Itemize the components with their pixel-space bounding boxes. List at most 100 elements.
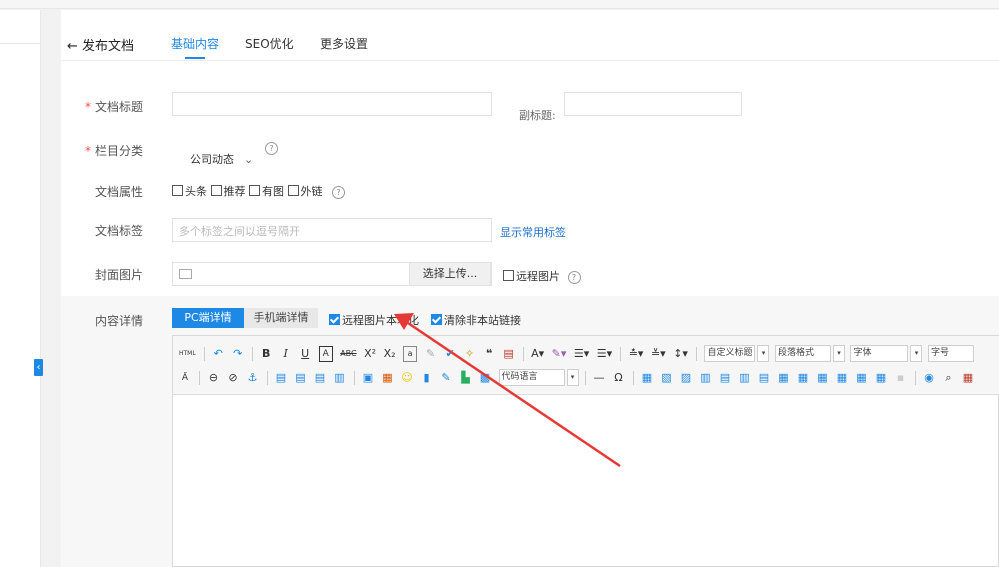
split-rows-icon[interactable]: ▦ [856,371,868,385]
attr-label: 文档属性 [94,185,143,199]
insert-col-icon[interactable]: ▥ [739,371,751,385]
border-text-icon[interactable]: A [318,345,333,362]
special-char-icon[interactable]: Ω [613,371,625,385]
eraser-icon[interactable]: ✎ [425,347,437,361]
attr-recommend[interactable]: 推荐 [210,185,246,198]
merge-right-icon[interactable]: ▦ [797,371,809,385]
subtitle-input[interactable] [564,92,742,116]
chevron-down-icon[interactable]: ▾ [566,369,579,386]
category-help-icon[interactable]: ? [265,142,278,155]
insert-row-icon[interactable]: ▥ [700,371,712,385]
tab-more-settings[interactable]: 更多设置 [320,35,368,52]
html-source-icon[interactable]: HTML [179,347,196,361]
font-size-select[interactable]: 字号 [927,345,974,362]
preview-icon[interactable]: ◉ [923,371,935,385]
chevron-down-icon[interactable]: ▾ [832,345,845,362]
code-language-select[interactable]: 代码语言 [498,369,565,386]
auto-format-icon[interactable]: ✧ [464,347,476,361]
emoji-icon[interactable]: ☺ [401,371,413,385]
drafts-icon[interactable]: ▦ [962,371,974,385]
horizontal-rule-icon[interactable]: — [593,371,605,385]
checkbox-icon[interactable] [249,185,260,196]
attr-headline[interactable]: 头条 [172,185,207,198]
split-cells-icon[interactable]: ▦ [836,371,848,385]
remote-image-help-icon[interactable]: ? [567,270,581,284]
rich-text-editor[interactable]: HTML ↶ ↷ B I U A ABC X² X₂ a ✎ ✔ ✧ ❝ ▤ A… [172,335,999,567]
checkbox-checked-icon[interactable] [431,314,442,325]
delete-row-icon[interactable]: ▤ [719,371,731,385]
attr-help-icon[interactable]: ? [332,185,345,199]
merge-down-icon[interactable]: ▦ [817,371,829,385]
split-cols-icon[interactable]: ▦ [875,371,887,385]
show-common-tags-link[interactable]: 显示常用标签 [500,224,566,240]
row-spacing-bottom-icon[interactable]: ≚▾ [651,347,666,361]
align-justify-icon[interactable]: ▥ [334,371,346,385]
italic-icon[interactable]: I [280,347,292,361]
insert-video-icon[interactable]: ▮ [421,371,433,385]
insert-table-icon[interactable]: ▦ [641,371,653,385]
row-spacing-top-icon[interactable]: ≛▾ [629,347,644,361]
underline-icon[interactable]: U [299,347,311,361]
tab-basic-content[interactable]: 基础内容 [171,35,219,52]
checkbox-icon[interactable] [210,185,222,196]
font-color-icon[interactable]: A▾ [531,347,544,361]
tab-pc-detail[interactable]: PC端详情 [172,308,244,328]
bold-icon[interactable]: B [260,347,272,361]
tab-mobile-detail[interactable]: 手机端详情 [244,308,318,328]
strikethrough-icon[interactable]: ABC [340,347,356,361]
clear-links-option[interactable]: 清除非本站链接 [431,312,521,328]
unordered-list-icon[interactable]: ☰▾ [597,347,612,361]
font-direction-icon[interactable]: A̋ [179,371,191,385]
link-icon[interactable]: ⊖ [208,371,220,385]
merge-cells-icon[interactable]: ▦ [778,371,790,385]
table-row-before-icon[interactable]: ▧ [661,371,673,385]
align-left-icon[interactable]: ▤ [275,371,287,385]
blockquote-icon[interactable]: ❝ [483,347,495,361]
sidebar-collapse-button[interactable]: ‹ [34,359,43,376]
anchor-icon[interactable]: ⚓ [247,371,259,385]
category-select[interactable]: 公司动态 ⌄ [172,146,260,170]
paste-text-icon[interactable]: ▤ [503,347,515,361]
align-right-icon[interactable]: ▤ [295,371,307,385]
attr-has-image[interactable]: 有图 [249,185,284,198]
checkbox-checked-icon[interactable] [329,314,340,325]
checkbox-icon[interactable] [172,185,183,196]
line-height-icon[interactable]: ↕▾ [673,347,688,361]
delete-col-icon[interactable]: ▤ [758,371,770,385]
remote-image-option[interactable]: 远程图片 ? [503,268,581,284]
map-icon[interactable]: ▙ [460,371,472,385]
sidebar-divider [0,43,40,44]
attr-external-link[interactable]: 外链 [287,185,323,198]
unlink-icon[interactable]: ⊘ [227,371,239,385]
tab-seo[interactable]: SEO优化 [245,35,294,52]
font-family-select[interactable]: 字体 [850,345,909,362]
format-brush-icon[interactable]: ✔ [444,347,456,361]
edit-table-icon[interactable]: ▪ [895,371,907,385]
back-title[interactable]: ← 发布文档 [67,35,134,54]
checkbox-icon[interactable] [503,270,514,281]
align-center-icon[interactable]: ▤ [314,371,326,385]
search-replace-icon[interactable]: ⌕ [943,371,955,385]
checkbox-icon[interactable] [287,185,299,196]
insert-image-icon[interactable]: ▣ [362,371,374,385]
localize-remote-option[interactable]: 远程图片本地化 [329,312,419,328]
auto-type-icon[interactable]: a [403,345,418,362]
insert-code-icon[interactable]: ▩ [479,371,491,385]
redo-icon[interactable]: ↷ [232,347,244,361]
table-row-after-icon[interactable]: ▨ [680,371,692,385]
subtitle-label: 副标题: [519,109,556,122]
tags-input[interactable]: 多个标签之间以逗号隔开 [172,218,492,242]
superscript-icon[interactable]: X² [364,347,376,361]
ordered-list-icon[interactable]: ☰▾ [574,347,589,361]
paragraph-format-select[interactable]: 段落格式 [774,345,831,362]
subscript-icon[interactable]: X₂ [384,347,396,361]
undo-icon[interactable]: ↶ [212,347,224,361]
multi-image-icon[interactable]: ▦ [382,371,394,385]
chevron-down-icon[interactable]: ▾ [910,345,923,362]
upload-button[interactable]: 选择上传... [409,262,491,286]
attachment-icon[interactable]: ✎ [440,371,452,385]
title-input[interactable] [172,92,492,116]
background-color-icon[interactable]: ✎▾ [552,347,567,361]
chevron-down-icon[interactable]: ▾ [757,345,770,362]
custom-title-select[interactable]: 自定义标题 [704,345,756,362]
